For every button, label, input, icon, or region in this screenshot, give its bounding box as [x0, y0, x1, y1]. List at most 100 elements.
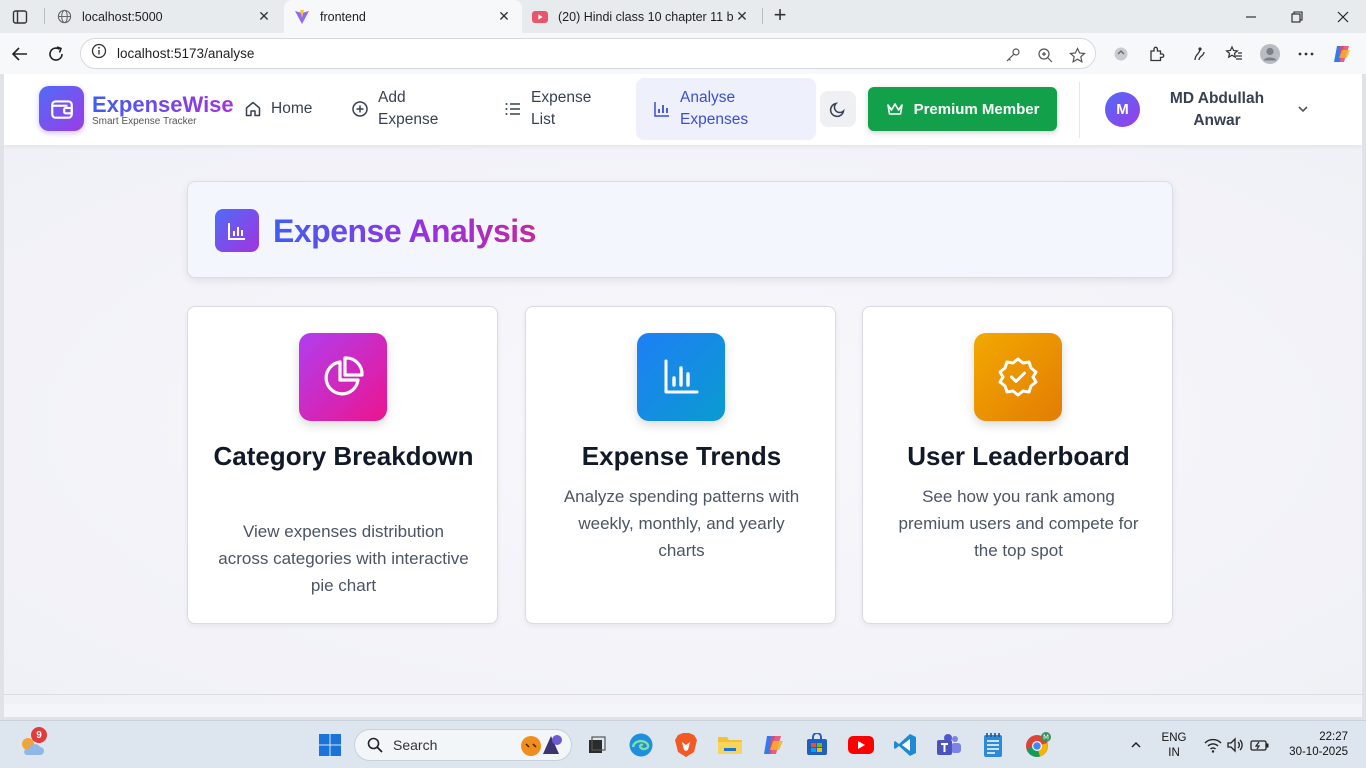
brand-name[interactable]: ExpenseWise — [92, 92, 234, 118]
favorite-star-icon[interactable] — [1067, 45, 1087, 65]
address-bar[interactable]: localhost:5173/analyse — [80, 38, 1096, 69]
brand-tagline: Smart Expense Tracker — [92, 116, 197, 127]
wallet-icon[interactable] — [39, 86, 84, 131]
tab-separator — [44, 8, 45, 24]
zoom-icon[interactable] — [1035, 45, 1055, 65]
home-icon — [243, 99, 263, 119]
minimize-icon[interactable] — [1228, 0, 1274, 33]
pie-chart-icon — [299, 333, 387, 421]
header-divider — [1079, 82, 1080, 138]
battery-icon[interactable] — [1246, 731, 1274, 759]
footer-divider — [4, 694, 1362, 695]
taskbar-search[interactable]: Search — [354, 729, 572, 761]
notepad-icon[interactable] — [979, 731, 1007, 759]
close-icon[interactable]: ✕ — [734, 8, 750, 25]
nav-label: Expense List — [531, 89, 592, 128]
chevron-up-icon[interactable] — [1122, 731, 1150, 759]
tab-title: (20) Hindi class 10 chapter 11 bih — [558, 9, 734, 24]
tab-localhost-5000[interactable]: localhost:5000 ✕ — [46, 0, 282, 33]
avatar[interactable]: M — [1105, 92, 1140, 127]
tab-youtube[interactable]: (20) Hindi class 10 chapter 11 bih ✕ — [522, 0, 760, 33]
card-description: View expenses distribution across catego… — [218, 522, 469, 595]
key-icon[interactable] — [1003, 45, 1023, 65]
card-title: Category Breakdown — [213, 441, 474, 471]
user-name[interactable]: MD Abdullah Anwar — [1162, 88, 1272, 132]
page-viewport: ExpenseWise Smart Expense Tracker Home A… — [4, 74, 1362, 717]
crown-icon — [886, 101, 904, 117]
task-view-icon[interactable] — [583, 731, 611, 759]
moon-icon — [829, 102, 845, 118]
bar-chart-icon — [637, 333, 725, 421]
windows-start-icon[interactable] — [316, 731, 344, 759]
profile-icon[interactable] — [1258, 42, 1282, 66]
page-title: Expense Analysis — [273, 213, 536, 249]
site-info-icon[interactable] — [91, 43, 107, 64]
vite-icon — [294, 9, 310, 25]
edge-browser-icon[interactable] — [627, 731, 655, 759]
nav-add-expense[interactable]: Add Expense — [350, 78, 460, 140]
nav-analyse-expenses[interactable]: Analyse Expenses — [636, 78, 816, 140]
plus-circle-icon — [350, 99, 370, 119]
favorites-icon[interactable] — [1222, 42, 1246, 66]
volume-icon[interactable] — [1221, 731, 1249, 759]
vscode-icon[interactable] — [891, 731, 919, 759]
app-header: ExpenseWise Smart Expense Tracker Home A… — [4, 74, 1362, 145]
close-window-icon[interactable] — [1320, 0, 1366, 33]
dark-mode-toggle[interactable] — [820, 91, 856, 127]
close-icon[interactable]: ✕ — [256, 8, 272, 25]
browser-tab-strip: localhost:5000 ✕ frontend ✕ (20) Hindi c… — [0, 0, 1366, 33]
youtube-icon — [532, 9, 548, 25]
bar-chart-icon — [652, 99, 672, 119]
file-explorer-icon[interactable] — [716, 731, 744, 759]
copilot-app-icon[interactable] — [760, 731, 788, 759]
analysis-header-card: Expense Analysis — [187, 181, 1173, 278]
reload-icon[interactable] — [43, 41, 69, 67]
expense-trends-card[interactable]: Expense Trends Analyze spending patterns… — [525, 306, 836, 624]
nav-label: Analyse Expenses — [680, 89, 749, 128]
brave-browser-icon[interactable] — [672, 731, 700, 759]
card-title: Expense Trends — [581, 441, 782, 471]
notification-badge: 9 — [31, 727, 47, 743]
clock-time: 22:27 — [1319, 731, 1348, 743]
search-label: Search — [393, 737, 438, 753]
category-breakdown-card[interactable]: Category Breakdown View expenses distrib… — [187, 306, 498, 624]
language-indicator[interactable]: ENG IN — [1160, 731, 1188, 761]
tab-title: frontend — [320, 9, 366, 24]
tab-actions-icon[interactable] — [8, 6, 32, 28]
language-code: ENG — [1161, 732, 1187, 744]
microsoft-store-icon[interactable] — [803, 731, 831, 759]
svg-text:M: M — [1043, 734, 1049, 742]
nav-home[interactable]: Home — [243, 78, 312, 140]
browser-toolbar: localhost:5173/analyse — [0, 33, 1366, 74]
more-options-icon[interactable] — [1294, 42, 1318, 66]
search-highlight-icon — [517, 732, 567, 761]
back-arrow-icon[interactable] — [7, 41, 33, 67]
taskbar: 9 Search M ENG IN 22:27 30-10-2025 — [0, 720, 1366, 768]
nav-expense-list[interactable]: Expense List — [503, 78, 613, 140]
chrome-icon[interactable]: M — [1024, 731, 1052, 759]
browser-essentials-icon[interactable] — [1187, 42, 1211, 66]
clock[interactable]: 22:27 30-10-2025 — [1278, 730, 1348, 760]
youtube-app-icon[interactable] — [847, 731, 875, 759]
premium-member-button[interactable]: Premium Member — [868, 87, 1057, 131]
tab-separator — [762, 8, 763, 24]
search-icon — [367, 737, 383, 753]
restore-icon[interactable] — [1274, 0, 1320, 33]
card-title: User Leaderboard — [907, 441, 1130, 471]
tab-title: localhost:5000 — [82, 9, 163, 24]
extensions-icon[interactable] — [1145, 42, 1169, 66]
teams-icon[interactable] — [935, 731, 963, 759]
close-icon[interactable]: ✕ — [496, 8, 512, 25]
chevron-down-icon[interactable] — [1294, 100, 1312, 118]
nav-label: Add Expense — [378, 89, 439, 128]
new-tab-button[interactable]: + — [768, 4, 792, 28]
card-description: See how you rank among premium users and… — [898, 487, 1139, 560]
list-icon — [503, 99, 523, 119]
address-url: localhost:5173/analyse — [117, 46, 255, 61]
globe-icon — [56, 9, 72, 25]
clock-date: 30-10-2025 — [1289, 746, 1348, 758]
copilot-icon[interactable] — [1330, 42, 1354, 66]
performance-icon[interactable] — [1109, 42, 1133, 66]
tab-frontend[interactable]: frontend ✕ — [284, 0, 522, 33]
user-leaderboard-card[interactable]: User Leaderboard See how you rank among … — [862, 306, 1173, 624]
